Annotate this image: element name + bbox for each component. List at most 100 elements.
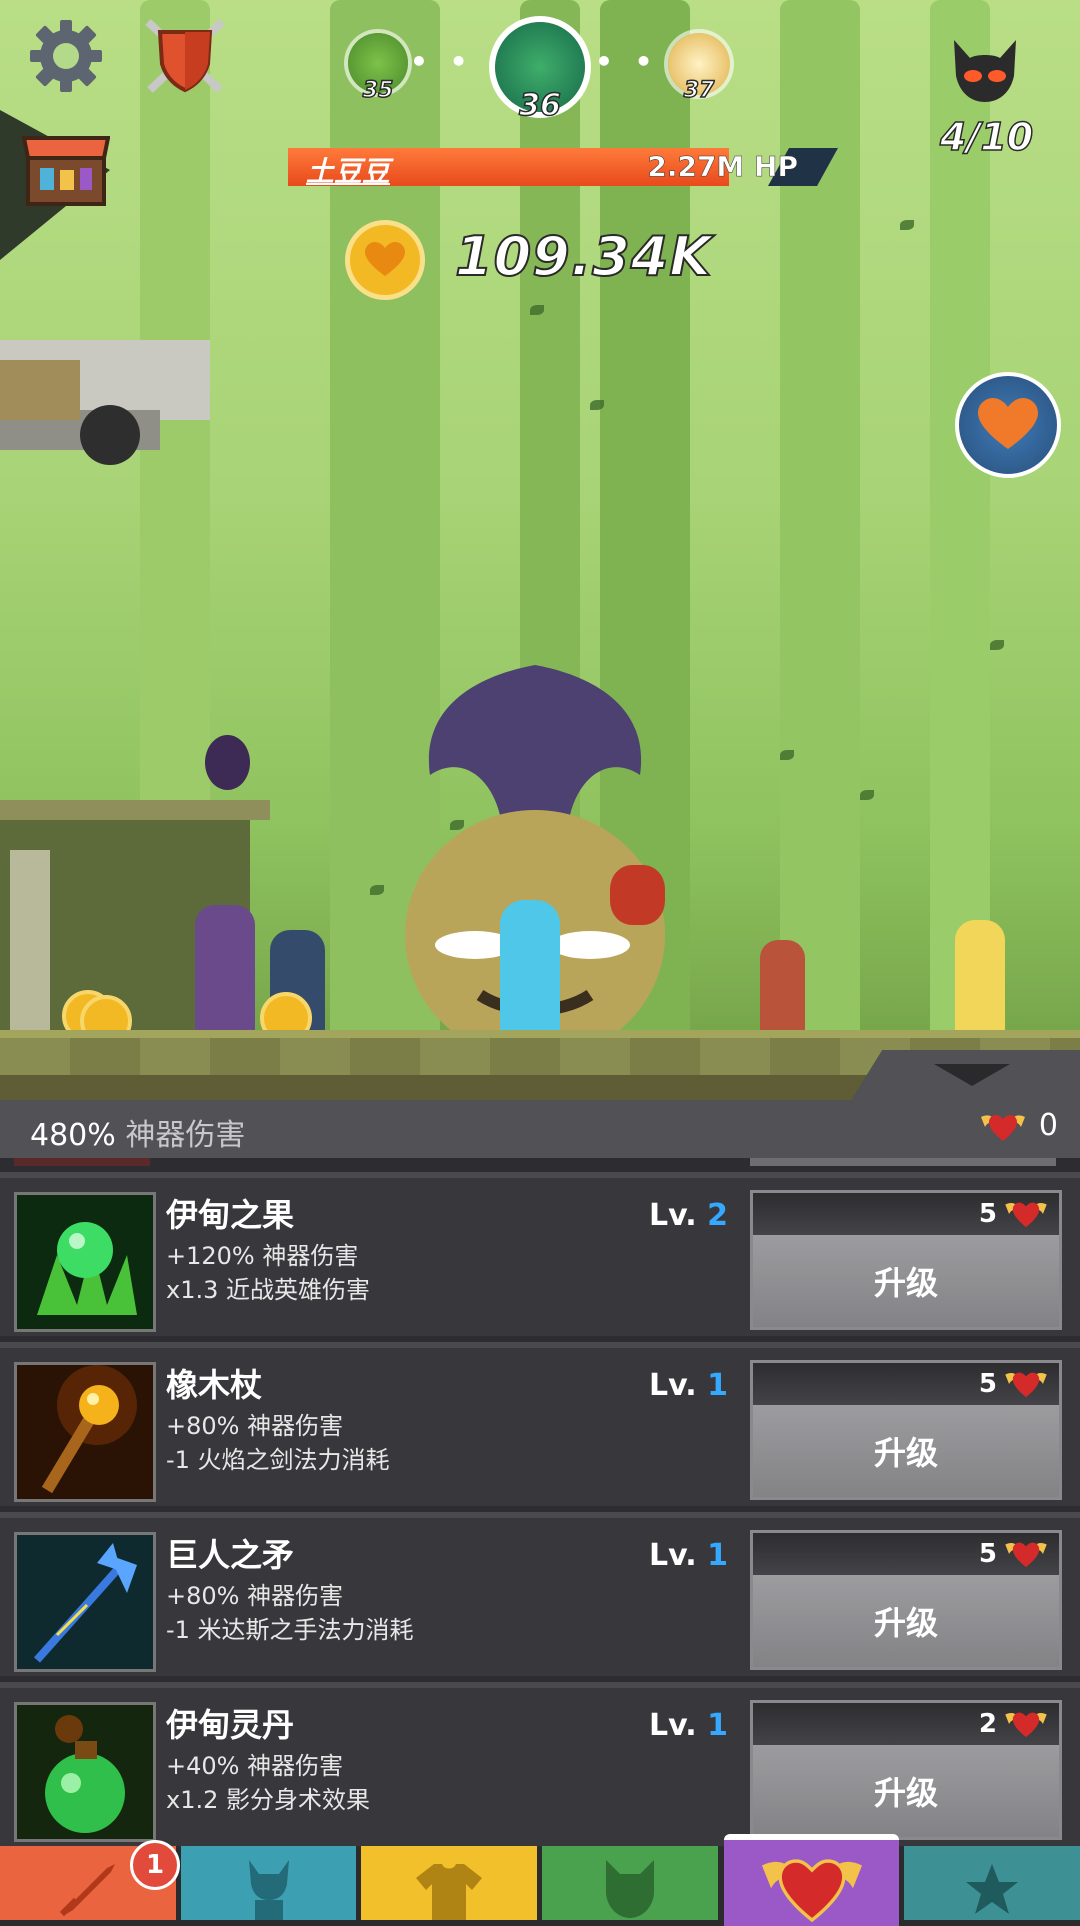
boss-progress-count: 4/10 <box>939 114 1034 160</box>
panel-collapse-button[interactable] <box>850 1050 1080 1102</box>
winged-heart-icon <box>1005 1712 1047 1738</box>
upgrade-button[interactable]: 升级 <box>753 1575 1059 1667</box>
star-icon <box>966 1864 1018 1914</box>
chevron-down-icon <box>934 1064 1010 1086</box>
artifact-thumbnail <box>14 1362 156 1502</box>
tab-pets[interactable] <box>542 1846 718 1920</box>
leaf <box>860 790 874 800</box>
upgrade-cost: 5 <box>753 1193 1059 1235</box>
flying-pet <box>205 735 250 790</box>
notification-badge: 1 <box>130 1840 180 1890</box>
leaf <box>900 220 914 230</box>
artifact-effect-2: x1.3 近战英雄伤害 <box>166 1276 370 1304</box>
upgrade-cost-value: 2 <box>978 1709 997 1739</box>
leaf <box>530 305 544 315</box>
shop-stall-icon <box>22 136 110 206</box>
artifact-list[interactable]: 伊甸之果 +120% 神器伤害 x1.3 近战英雄伤害 Lv. 2 5 升级 橡… <box>0 1158 1080 1848</box>
artifact-damage-label: 神器伤害 <box>125 1118 246 1153</box>
hero-main <box>500 900 560 1035</box>
hero-elf <box>955 920 1005 1035</box>
tab-shop[interactable] <box>904 1846 1080 1920</box>
artifact-name: 橡木杖 <box>166 1366 263 1404</box>
elixir-of-eden-icon <box>17 1705 153 1839</box>
artifact-thumbnail <box>14 1532 156 1672</box>
gold-amount: 109.34K <box>454 224 713 289</box>
upgrade-cost: 5 <box>753 1533 1059 1575</box>
stage-current-number: 36 <box>518 87 561 124</box>
artifact-row: 橡木杖 +80% 神器伤害 -1 火焰之剑法力消耗 Lv. 1 5 升级 <box>0 1342 1080 1506</box>
upgrade-cost: 5 <box>753 1363 1059 1405</box>
artifact-name: 伊甸灵丹 <box>166 1706 295 1744</box>
relic-count: 0 <box>1038 1108 1058 1143</box>
boss-hp-value: 2.27M HP <box>647 150 798 184</box>
shop-button[interactable] <box>22 128 110 208</box>
giant-spear-icon <box>17 1535 153 1669</box>
stage-previous-number: 35 <box>362 77 394 104</box>
upgrade-panel: 2 升级 <box>750 1700 1062 1840</box>
level-prefix: Lv. <box>649 1538 697 1573</box>
previous-row-edge <box>14 1158 150 1166</box>
upgrade-cost-value: 5 <box>978 1199 997 1229</box>
hero-warrior <box>195 905 255 1035</box>
gold-coin-icon <box>345 220 425 300</box>
leaf <box>990 640 1004 650</box>
artifact-thumbnail <box>14 1192 156 1332</box>
boss-fight-button[interactable] <box>948 36 1022 106</box>
ruin-ledge <box>0 800 270 820</box>
hero-icon <box>248 1860 289 1920</box>
artifact-effect-2: -1 米达斯之手法力消耗 <box>166 1616 414 1644</box>
level-prefix: Lv. <box>649 1198 697 1233</box>
upgrade-panel: 5 升级 <box>750 1360 1062 1500</box>
winged-heart-icon <box>1005 1542 1047 1568</box>
winged-heart-icon <box>1005 1372 1047 1398</box>
artifact-level: Lv. 1 <box>649 1368 728 1403</box>
fairy-pet <box>610 865 665 925</box>
stage-next-number: 37 <box>683 77 715 104</box>
artifact-name: 伊甸之果 <box>166 1196 295 1234</box>
artifact-effect-1: +80% 神器伤害 <box>166 1412 344 1440</box>
winged-heart-icon <box>1005 1202 1047 1228</box>
level-value: 1 <box>707 1538 728 1573</box>
winged-heart-icon <box>980 1114 1025 1141</box>
leaf <box>370 885 384 895</box>
artifact-row: 伊甸灵丹 +40% 神器伤害 x1.2 影分身术效果 Lv. 1 2 升级 <box>0 1682 1080 1846</box>
demon-head-icon <box>954 40 1016 102</box>
level-value: 1 <box>707 1368 728 1403</box>
level-prefix: Lv. <box>649 1708 697 1743</box>
tab-equipment[interactable] <box>361 1846 537 1920</box>
artifact-name: 巨人之矛 <box>166 1536 295 1574</box>
boss-name: 土豆豆 <box>306 155 391 188</box>
artifact-row: 伊甸之果 +120% 神器伤害 x1.3 近战英雄伤害 Lv. 2 5 升级 <box>0 1172 1080 1336</box>
shield-swords-icon <box>145 19 225 93</box>
hero-archer <box>760 940 805 1035</box>
boss-hp-bar: 土豆豆 2.27M HP <box>288 148 838 188</box>
artifact-summary-bar: 480% 神器伤害 0 <box>0 1100 1080 1158</box>
oak-staff-icon <box>17 1365 153 1499</box>
upgrade-button[interactable]: 升级 <box>753 1405 1059 1497</box>
upgrade-panel: 5 升级 <box>750 1190 1062 1330</box>
settings-button[interactable] <box>26 16 106 96</box>
fruit-of-eden-icon <box>17 1195 153 1329</box>
upgrade-cost-value: 5 <box>978 1539 997 1569</box>
leaf <box>590 400 604 410</box>
ruin-pillar <box>10 850 50 1040</box>
level-value: 2 <box>707 1198 728 1233</box>
tab-artifacts[interactable] <box>724 1834 899 1926</box>
artifact-effect-1: +120% 神器伤害 <box>166 1242 359 1270</box>
tab-heroes[interactable] <box>181 1846 356 1920</box>
clan-battle-button[interactable] <box>140 16 230 96</box>
previous-row-edge <box>750 1158 1056 1166</box>
relic-count-display: 0 <box>980 1108 1058 1143</box>
artifact-level: Lv. 1 <box>649 1538 728 1573</box>
artifact-level: Lv. 1 <box>649 1708 728 1743</box>
upgrade-button[interactable]: 升级 <box>753 1745 1059 1837</box>
artifact-damage-value: 480% <box>30 1118 116 1153</box>
shirt-icon <box>416 1864 482 1920</box>
artifact-row: 巨人之矛 +80% 神器伤害 -1 米达斯之手法力消耗 Lv. 1 5 升级 <box>0 1512 1080 1676</box>
artifact-level: Lv. 2 <box>649 1198 728 1233</box>
artifact-damage-summary: 480% 神器伤害 <box>30 1110 245 1154</box>
leaf <box>780 750 794 760</box>
level-value: 1 <box>707 1708 728 1743</box>
upgrade-button[interactable]: 升级 <box>753 1235 1059 1327</box>
world-heart-button[interactable] <box>955 372 1061 478</box>
